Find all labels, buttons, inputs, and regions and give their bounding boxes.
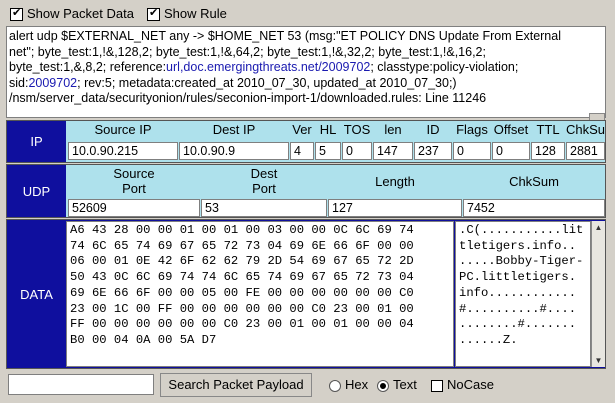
hex-radio-label: Hex [345, 377, 369, 392]
ip-header-ver: Ver [290, 122, 314, 140]
ip-dest-ip-field[interactable]: 10.0.90.9 [179, 142, 289, 160]
ip-ver-field[interactable]: 4 [290, 142, 314, 160]
ip-header-flags: Flags [453, 122, 491, 140]
udp-header-chksum: ChkSum [463, 166, 605, 198]
search-input[interactable] [8, 374, 154, 395]
checkbox-icon[interactable]: ✔ [147, 7, 160, 22]
udp-source-port-field[interactable]: 52609 [68, 199, 200, 217]
ip-label: IP [7, 121, 66, 162]
text-radio[interactable]: Text [377, 377, 417, 392]
ip-chksum-field[interactable]: 2881 [566, 142, 605, 160]
sid-link[interactable]: 2009702 [28, 76, 77, 90]
nocase-checkbox[interactable]: NoCase [431, 377, 494, 392]
hex-radio[interactable]: Hex [329, 377, 368, 392]
ip-source-ip-field[interactable]: 10.0.90.215 [68, 142, 178, 160]
radio-off-icon[interactable] [329, 379, 341, 392]
ip-header-hl: HL [315, 122, 341, 140]
ip-flags-field[interactable]: 0 [453, 142, 491, 160]
rule-line: net"; byte_test:1,!&,128,2; byte_test:1,… [9, 44, 486, 59]
ip-id-field[interactable]: 237 [414, 142, 452, 160]
ascii-payload-box[interactable]: .C(...........lit tletigers.info.. .....… [455, 221, 591, 367]
checkbox-icon[interactable] [431, 379, 443, 392]
rule-text: sid: [9, 75, 29, 90]
show-packet-data-checkbox[interactable]: ✔ Show Packet Data [10, 6, 134, 22]
ip-header-id: ID [414, 122, 452, 140]
show-rule-checkbox[interactable]: ✔ Show Rule [147, 6, 227, 22]
ip-header-tos: TOS [342, 122, 372, 140]
rule-line: alert udp $EXTERNAL_NET any -> $HOME_NET… [9, 29, 561, 43]
scroll-down-icon[interactable]: ▼ [593, 355, 604, 366]
ip-len-field[interactable]: 147 [373, 142, 413, 160]
show-rule-label: Show Rule [164, 6, 227, 21]
ip-header-dest-ip: Dest IP [179, 122, 289, 140]
ip-header-len: len [373, 122, 413, 140]
udp-header-length: Length [328, 166, 462, 198]
ip-tos-field[interactable]: 0 [342, 142, 372, 160]
rule-line: sid:2009702; rev:5; metadata:created_at … [9, 76, 603, 92]
reference-link[interactable]: url,doc.emergingthreats.net/2009702 [166, 60, 370, 74]
nocase-label: NoCase [447, 377, 494, 392]
checkbox-icon[interactable]: ✔ [10, 7, 23, 22]
rule-text: ; classtype:policy-violation; [370, 60, 519, 74]
scroll-up-icon[interactable]: ▲ [593, 222, 604, 233]
hex-payload-box[interactable]: A6 43 28 00 00 01 00 01 00 03 00 00 0C 6… [66, 221, 454, 367]
rule-line: byte_test:1,&,8,2; reference:url,doc.eme… [9, 60, 603, 76]
payload-scrollbar[interactable]: ▲ ▼ [591, 221, 605, 367]
ip-offset-field[interactable]: 0 [492, 142, 530, 160]
data-label: DATA [7, 220, 66, 368]
rule-path-line: /nsm/server_data/securityonion/rules/sec… [9, 91, 487, 105]
udp-dest-port-field[interactable]: 53 [201, 199, 327, 217]
udp-chksum-field[interactable]: 7452 [463, 199, 605, 217]
ip-ttl-field[interactable]: 128 [531, 142, 565, 160]
radio-on-icon[interactable] [377, 379, 389, 392]
ip-header-ttl: TTL [531, 122, 565, 140]
ip-header-source-ip: Source IP [68, 122, 178, 140]
rule-text: byte_test:1,&,8,2; reference: [9, 60, 167, 74]
udp-header-source-port: Source Port [68, 166, 200, 198]
udp-label: UDP [7, 165, 66, 217]
rule-text: ; rev:5; metadata:created_at 2010_07_30,… [77, 75, 457, 90]
ip-hl-field[interactable]: 5 [315, 142, 341, 160]
show-packet-data-label: Show Packet Data [27, 6, 134, 21]
rule-text-box[interactable]: alert udp $EXTERNAL_NET any -> $HOME_NET… [6, 26, 606, 118]
ip-header-chksum: ChkSum [566, 122, 605, 140]
search-packet-payload-button[interactable]: Search Packet Payload [160, 373, 312, 397]
ip-header-offset: Offset [492, 122, 530, 140]
udp-length-field[interactable]: 127 [328, 199, 462, 217]
udp-header-dest-port: Dest Port [201, 166, 327, 198]
text-radio-label: Text [393, 377, 417, 392]
